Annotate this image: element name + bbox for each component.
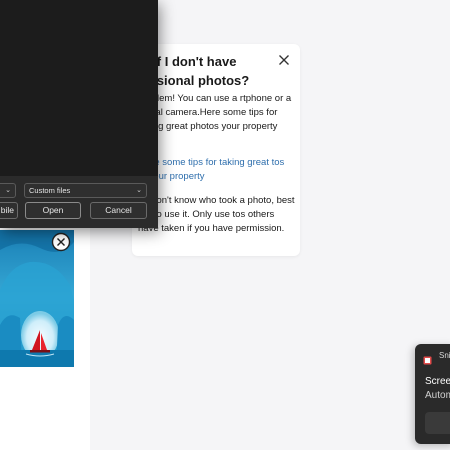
mobile-button[interactable]: bile [0, 202, 18, 219]
file-open-dialog: ⌄ Custom files ⌄ bile Open Cancel [0, 0, 158, 228]
close-icon[interactable] [276, 52, 292, 68]
toast-title: Screen [425, 376, 450, 387]
file-browser-area[interactable] [0, 0, 158, 176]
snip-notification[interactable]: Sni Screen Autom [415, 344, 450, 444]
file-type-select[interactable]: Custom files ⌄ [24, 183, 147, 198]
toast-action-button[interactable] [425, 412, 450, 434]
photo-tips-link[interactable]: e are some tips for taking great tos of … [138, 156, 288, 184]
help-card-body: problem! You can use a rtphone or a digi… [138, 93, 292, 133]
open-button[interactable]: Open [25, 202, 81, 219]
snipping-tool-icon [423, 352, 432, 365]
remove-circle-icon[interactable] [51, 232, 71, 252]
chevron-down-icon: ⌄ [136, 187, 142, 194]
toast-subtitle: Autom [425, 390, 450, 401]
help-card-note: ou don't know who took a photo, best not… [138, 195, 295, 235]
file-name-dropdown[interactable]: ⌄ [0, 183, 16, 198]
toast-app-name: Sni [439, 351, 450, 360]
cancel-button[interactable]: Cancel [90, 202, 147, 219]
chevron-down-icon: ⌄ [5, 187, 11, 194]
file-type-value: Custom files [29, 186, 71, 195]
